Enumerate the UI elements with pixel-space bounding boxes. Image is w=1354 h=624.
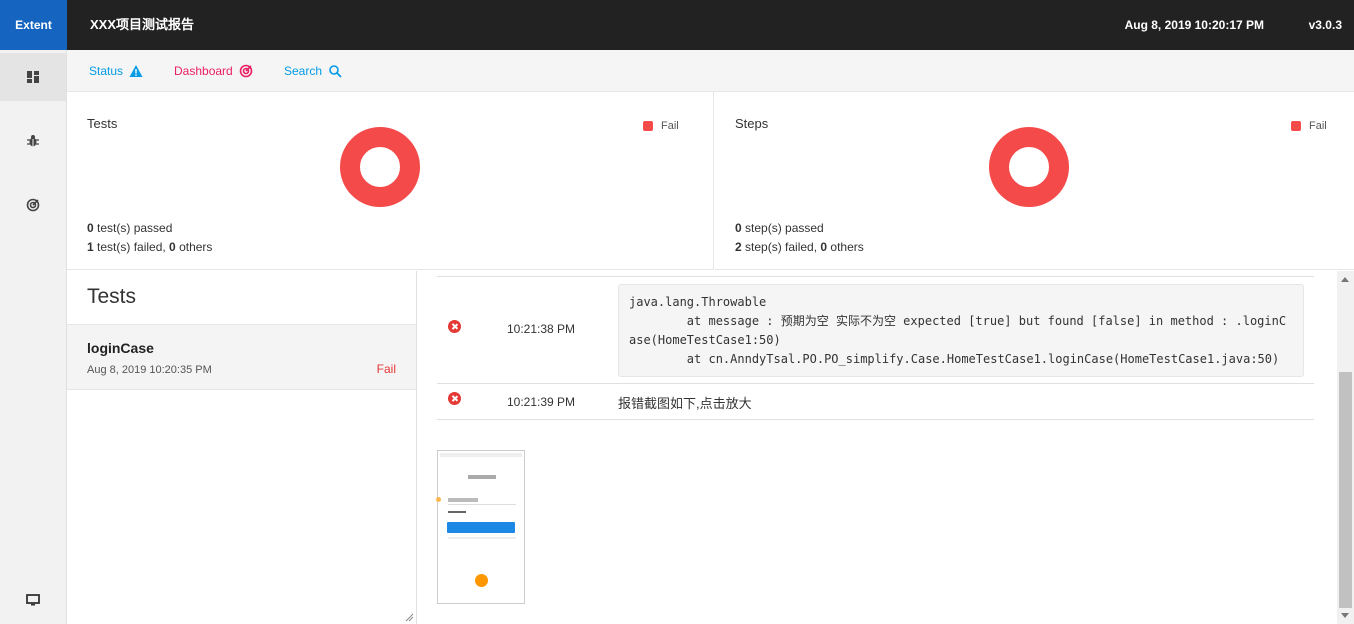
donut-fail-arc (340, 127, 420, 207)
test-name: loginCase (87, 340, 154, 356)
resize-grip-icon[interactable] (404, 612, 414, 622)
error-icon (448, 320, 461, 333)
sidebar-item-environment[interactable] (0, 576, 66, 624)
failed-count: 2 (735, 240, 742, 254)
panel-title: Tests (87, 116, 118, 131)
thumb-username (448, 498, 478, 502)
donut-fail-arc (989, 127, 1069, 207)
failed-text: test(s) failed, (93, 240, 170, 254)
chart-legend[interactable]: Fail (1291, 120, 1327, 132)
tests-summary-panel: Tests Fail 0 test(s) passed 1 test(s) fa… (67, 92, 714, 270)
dashboard-icon (27, 71, 39, 83)
error-icon (448, 392, 461, 405)
thumb-status-bar (440, 453, 522, 457)
log-message: 报错截图如下,点击放大 (618, 396, 752, 411)
brand-logo[interactable]: Extent (0, 0, 67, 50)
test-status-badge: Fail (376, 362, 396, 376)
monitor-icon (26, 594, 40, 606)
report-title: XXX项目测试报告 (90, 17, 195, 32)
screenshot-thumbnail[interactable] (436, 450, 525, 604)
sidebar-item-dashboard[interactable] (0, 53, 66, 101)
radar-icon (26, 198, 40, 212)
failed-count: 1 (87, 240, 94, 254)
nav-search-link[interactable]: Search (284, 50, 342, 92)
others-text: others (175, 240, 213, 254)
sub-nav: Status Dashboard Search (67, 50, 1354, 92)
sidebar-item-tests[interactable] (0, 117, 66, 165)
thumb-logo (475, 574, 488, 587)
passed-text: test(s) passed (93, 221, 173, 235)
thumb-marker (436, 497, 441, 502)
tests-heading: Tests (87, 285, 137, 308)
passed-text: step(s) passed (741, 221, 824, 235)
nav-dashboard-label: Dashboard (174, 64, 233, 78)
legend-label: Fail (1309, 120, 1327, 132)
passed-summary: 0 step(s) passed (735, 221, 824, 235)
detail-scrollbar[interactable] (1337, 271, 1354, 624)
radar-icon (239, 64, 253, 78)
exception-stacktrace: java.lang.Throwable at message : 预期为空 实际… (618, 284, 1304, 377)
nav-status-link[interactable]: Status (89, 50, 143, 92)
scroll-thumb[interactable] (1339, 372, 1352, 608)
thumb-heading (468, 475, 496, 479)
nav-search-label: Search (284, 64, 323, 78)
thumb-password (448, 511, 466, 513)
steps-summary-panel: Steps Fail 0 step(s) passed 2 step(s) fa… (715, 92, 1354, 270)
sidebar (0, 50, 67, 624)
scroll-up-arrow-icon[interactable] (1341, 277, 1349, 282)
nav-dashboard-link[interactable]: Dashboard (174, 50, 253, 92)
chart-legend[interactable]: Fail (643, 120, 679, 132)
legend-label: Fail (661, 120, 679, 132)
nav-status-label: Status (89, 64, 124, 78)
scroll-down-arrow-icon[interactable] (1341, 613, 1349, 618)
warning-icon (129, 65, 143, 77)
bug-icon (27, 135, 39, 147)
search-icon (329, 65, 342, 78)
others-count: 0 (169, 240, 176, 254)
test-list-item[interactable]: loginCase Aug 8, 2019 10:20:35 PM Fail (67, 324, 416, 390)
report-version: v3.0.3 (1308, 18, 1342, 32)
fail-swatch (1291, 121, 1301, 131)
failed-text: step(s) failed, (741, 240, 821, 254)
divider (437, 383, 1314, 384)
fail-swatch (643, 121, 653, 131)
steps-donut-chart[interactable] (989, 127, 1069, 207)
thumb-divider (448, 504, 516, 505)
top-bar: Extent XXX项目测试报告 Aug 8, 2019 10:20:17 PM… (0, 0, 1354, 50)
passed-count: 0 (87, 221, 94, 235)
log-timestamp: 10:21:39 PM (507, 395, 576, 409)
others-text: others (827, 240, 864, 254)
report-date: Aug 8, 2019 10:20:17 PM (1124, 18, 1264, 32)
tests-donut-chart[interactable] (340, 127, 420, 207)
divider (437, 419, 1314, 420)
failed-summary: 1 test(s) failed, 0 others (87, 240, 212, 254)
divider (437, 276, 1314, 277)
test-detail-pane: 10:21:38 PM java.lang.Throwable at messa… (417, 271, 1354, 624)
thumb-login-button (447, 522, 515, 533)
panel-title: Steps (735, 116, 769, 131)
failed-summary: 2 step(s) failed, 0 others (735, 240, 864, 254)
passed-summary: 0 test(s) passed (87, 221, 172, 235)
sidebar-item-dashboard-view[interactable] (0, 181, 66, 229)
log-timestamp: 10:21:38 PM (507, 322, 576, 336)
thumb-links (448, 537, 516, 539)
tests-list-pane: Tests loginCase Aug 8, 2019 10:20:35 PM … (67, 271, 417, 624)
test-start-time: Aug 8, 2019 10:20:35 PM (87, 364, 212, 376)
passed-count: 0 (735, 221, 742, 235)
